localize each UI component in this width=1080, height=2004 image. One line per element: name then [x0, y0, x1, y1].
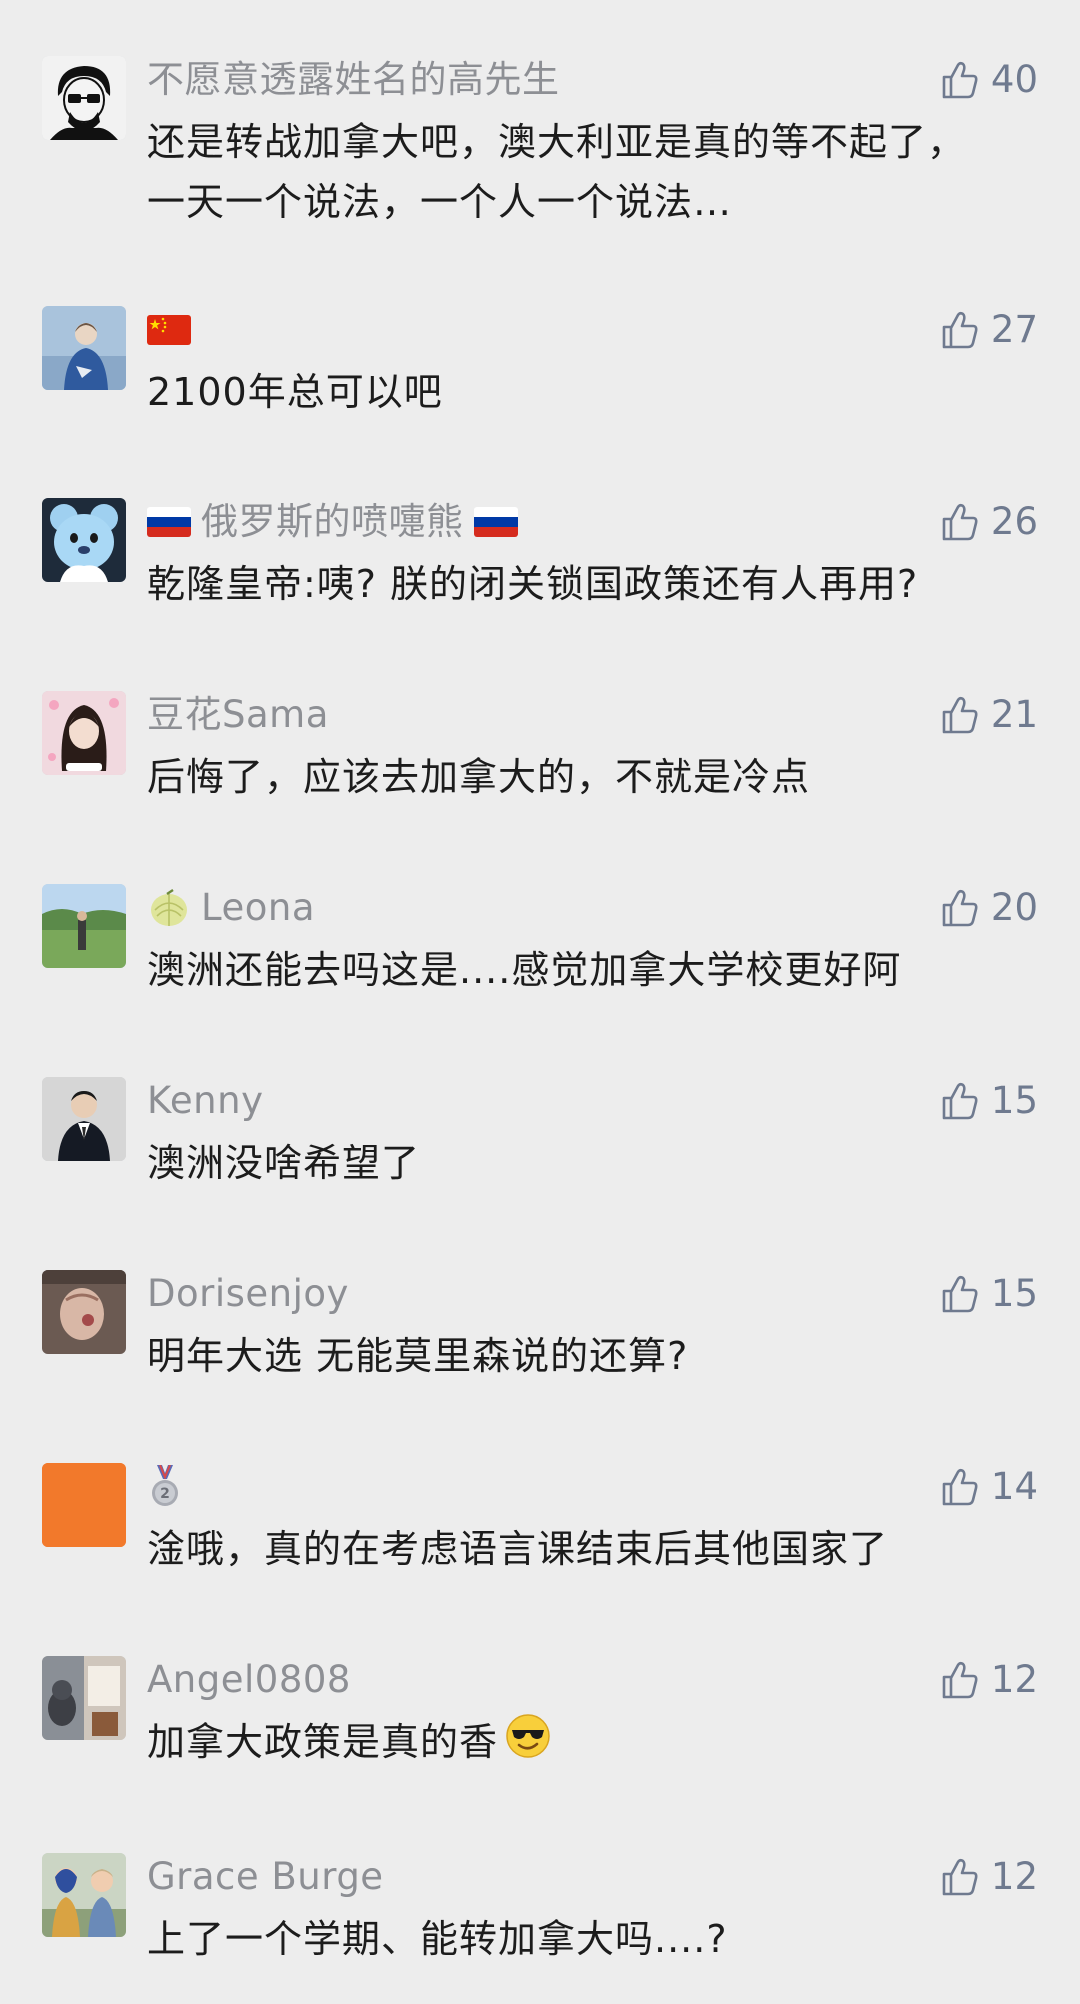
nickname[interactable]: Leona — [201, 886, 315, 930]
svg-text:2: 2 — [160, 1486, 170, 1502]
avatar[interactable] — [42, 691, 126, 775]
like-button[interactable]: 15 — [939, 1077, 1038, 1125]
thumbs-up-icon — [939, 694, 981, 736]
nickname[interactable]: 豆花Sama — [147, 693, 329, 737]
like-count: 20 — [990, 886, 1038, 929]
thumbs-up-icon — [939, 1273, 981, 1315]
comment-text: 澳洲还能去吗这是....感觉加拿大学校更好阿 — [147, 948, 902, 992]
comment-text: 上了一个学期、能转加拿大吗....? — [147, 1917, 728, 1961]
medal-icon: 2 — [147, 1465, 183, 1509]
like-count: 12 — [990, 1658, 1038, 1701]
comment-text: 淦哦，真的在考虑语言课结束后其他国家了 — [147, 1527, 889, 1571]
like-button[interactable]: 14 — [939, 1463, 1038, 1511]
nickname[interactable]: Grace Burge — [147, 1855, 384, 1899]
nickname[interactable]: Angel0808 — [147, 1658, 351, 1702]
avatar[interactable] — [42, 1270, 126, 1354]
like-count: 26 — [990, 500, 1038, 543]
like-count: 21 — [990, 693, 1038, 736]
comment-text: 加拿大政策是真的香 — [147, 1712, 990, 1777]
like-count: 15 — [990, 1079, 1038, 1122]
thumbs-up-icon — [939, 501, 981, 543]
avatar[interactable] — [42, 1077, 126, 1161]
like-count: 12 — [990, 1855, 1038, 1898]
thumbs-up-icon — [939, 1856, 981, 1898]
like-button[interactable]: 40 — [939, 56, 1038, 104]
comment-text: 乾隆皇帝:咦? 朕的闭关锁国政策还有人再用? — [147, 562, 919, 606]
comment-text: 澳洲没啥希望了 — [147, 1141, 421, 1185]
avatar[interactable] — [42, 884, 126, 968]
like-count: 15 — [990, 1272, 1038, 1315]
like-count: 40 — [990, 58, 1038, 101]
like-button[interactable]: 20 — [939, 884, 1038, 932]
melon-icon — [147, 888, 191, 928]
like-button[interactable]: 12 — [939, 1853, 1038, 1901]
thumbs-up-icon — [939, 887, 981, 929]
nickname[interactable]: 俄罗斯的喷嚏熊 — [201, 500, 464, 544]
like-count: 27 — [990, 308, 1038, 351]
avatar[interactable] — [42, 1853, 126, 1937]
like-button[interactable]: 27 — [939, 306, 1038, 354]
avatar[interactable] — [42, 1656, 126, 1740]
comment-text: 还是转战加拿大吧，澳大利亚是真的等不起了，一天一个说法，一个人一个说法… — [147, 120, 967, 224]
thumbs-up-icon — [939, 309, 981, 351]
russia-flag-icon — [473, 507, 518, 537]
russia-flag-icon — [147, 507, 191, 537]
avatar[interactable] — [42, 1463, 126, 1547]
like-button[interactable]: 15 — [939, 1270, 1038, 1318]
comment-text: 明年大选 无能莫里森说的还算? — [147, 1334, 689, 1378]
thumbs-up-icon — [939, 59, 981, 101]
nickname[interactable]: 不愿意透露姓名的高先生 — [147, 58, 560, 102]
like-button[interactable]: 21 — [939, 691, 1038, 739]
nickname[interactable]: Kenny — [147, 1079, 263, 1123]
sunglasses-emoji-icon — [504, 1712, 552, 1777]
china-flag-icon — [147, 315, 191, 345]
avatar[interactable] — [42, 498, 126, 582]
like-button[interactable]: 26 — [939, 498, 1038, 546]
avatar[interactable] — [42, 306, 126, 390]
thumbs-up-icon — [939, 1659, 981, 1701]
comment-text: 后悔了，应该去加拿大的，不就是冷点 — [147, 755, 811, 799]
thumbs-up-icon — [939, 1080, 981, 1122]
thumbs-up-icon — [939, 1466, 981, 1508]
avatar[interactable] — [42, 56, 126, 140]
like-button[interactable]: 12 — [939, 1656, 1038, 1704]
nickname[interactable]: Dorisenjoy — [147, 1272, 349, 1316]
like-count: 14 — [990, 1465, 1038, 1508]
comment-text: 2100年总可以吧 — [147, 370, 443, 414]
comment-list: 不愿意透露姓名的高先生 40 还是转战加拿大吧，澳大利亚是真的等不起了，一天一个… — [0, 0, 1080, 2004]
comment-text-content: 加拿大政策是真的香 — [147, 1720, 499, 1764]
